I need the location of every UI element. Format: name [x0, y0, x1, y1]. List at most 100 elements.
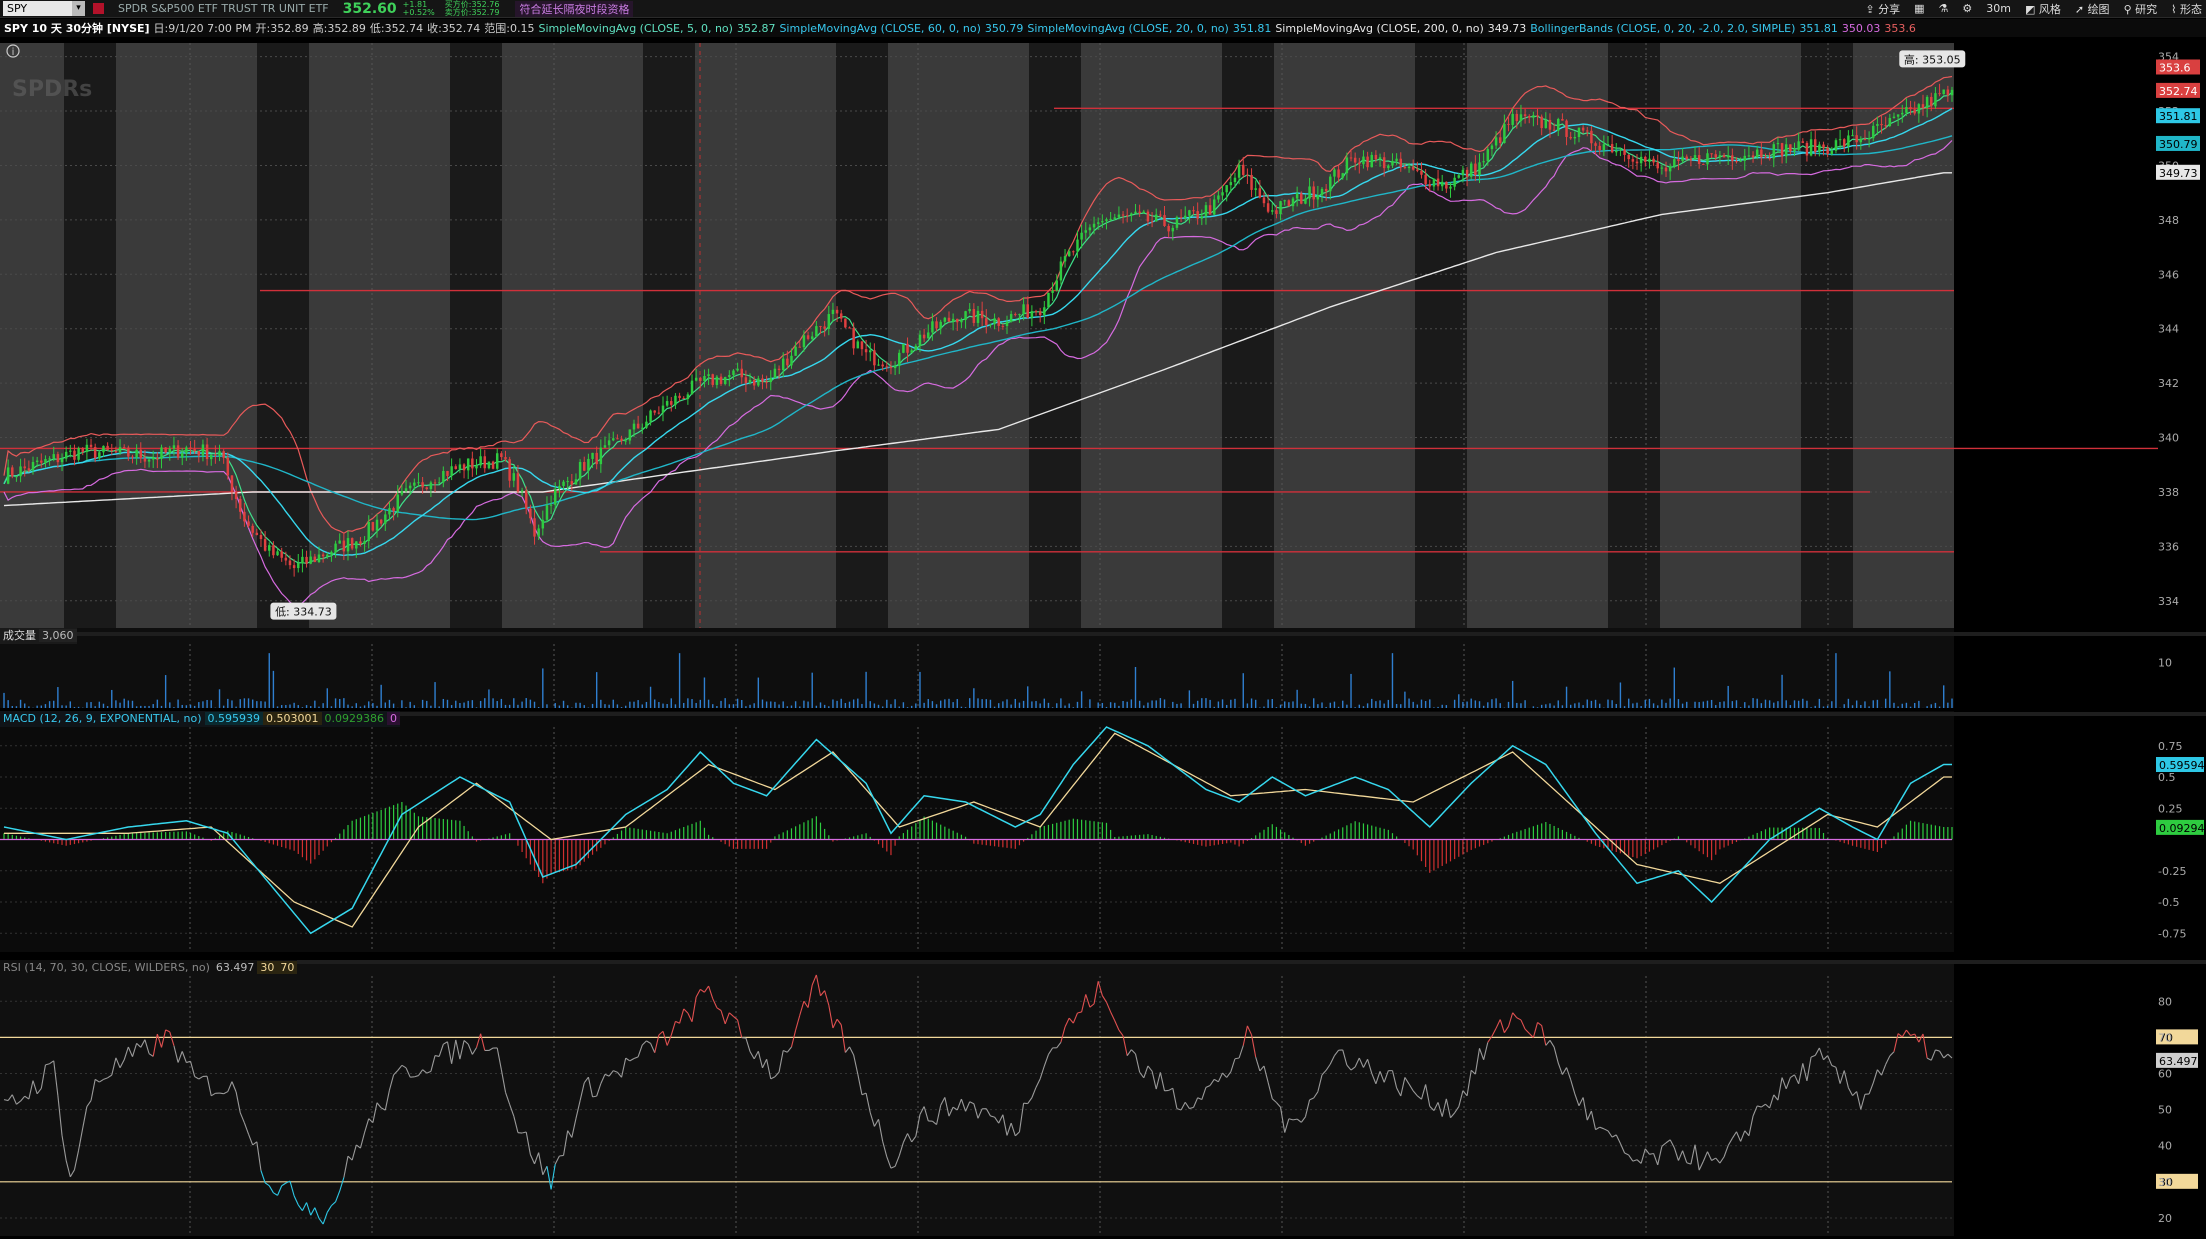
chevron-down-icon[interactable]: ▾: [72, 1, 85, 16]
macd-histogram-bar: [795, 826, 797, 840]
volume-bar: [1466, 701, 1468, 708]
candle-body: [512, 473, 516, 481]
calendar-icon[interactable]: ▦: [1914, 2, 1924, 15]
candle-body: [1668, 166, 1672, 172]
macd-histogram-bar: [1466, 839, 1468, 853]
volume-bar: [1640, 706, 1642, 708]
sma200-label[interactable]: SimpleMovingAvg (CLOSE, 200, 0, no): [1275, 22, 1483, 35]
candle-body: [404, 488, 408, 492]
share-button[interactable]: ⇪ 分享: [1865, 1, 1900, 17]
candle-body: [657, 412, 661, 414]
candle-body: [1615, 150, 1618, 153]
macd-histogram-bar: [737, 839, 739, 849]
volume-bar: [1022, 700, 1025, 708]
volume-bar: [778, 704, 780, 708]
style-button[interactable]: ◩ 风格: [2025, 1, 2061, 17]
volume-bar: [811, 672, 813, 708]
volume-bar: [782, 701, 784, 708]
volume-bar: [1511, 680, 1514, 708]
macd-histogram-bar: [1723, 839, 1725, 848]
sma60-label[interactable]: SimpleMovingAvg (CLOSE, 60, 0, no): [779, 22, 980, 35]
volume-bar: [517, 704, 519, 708]
rsi-tick-label: 50: [2158, 1104, 2172, 1117]
candle-body: [1391, 160, 1394, 166]
candle-body: [1420, 170, 1423, 175]
candle-body: [910, 350, 913, 353]
volume-bar: [1151, 700, 1153, 708]
drawing-button[interactable]: ➚ 绘图: [2075, 1, 2110, 17]
volume-bar: [998, 703, 1000, 708]
candle-body: [205, 444, 209, 460]
volume-bar: [608, 704, 610, 708]
candle-body: [993, 318, 996, 325]
chart-canvas[interactable]: 0.595940.09294 7063.49730 33433633834034…: [0, 38, 2206, 1239]
candle-body: [1101, 221, 1104, 223]
sma20-label[interactable]: SimpleMovingAvg (CLOSE, 20, 0, no): [1027, 22, 1228, 35]
rsi-tick-label: 70: [2158, 1031, 2172, 1044]
macd-histogram-bar: [645, 830, 648, 840]
volume-bar: [359, 706, 362, 708]
symbol-selector[interactable]: SPY ▾: [3, 1, 85, 16]
gear-icon[interactable]: ⚙: [1962, 2, 1972, 15]
sma5-label[interactable]: SimpleMovingAvg (CLOSE, 5, 0, no): [539, 22, 733, 35]
macd-histogram-bar: [1350, 823, 1352, 840]
macd-histogram-bar: [886, 839, 888, 852]
candle-body: [1432, 178, 1436, 187]
candle-body: [939, 321, 942, 329]
macd-histogram-bar: [1097, 821, 1099, 840]
patterns-button[interactable]: ⌇ 形态: [2171, 1, 2202, 17]
candle-body: [197, 451, 201, 456]
candle-body: [927, 332, 930, 339]
macd-histogram-bar: [1076, 819, 1079, 840]
volume-bar: [455, 700, 457, 708]
volume-bar: [612, 699, 614, 708]
macd-histogram-bar: [1818, 827, 1820, 840]
link-color-icon[interactable]: [93, 3, 104, 14]
candle-body: [1822, 144, 1825, 148]
macd-histogram-bar: [1822, 832, 1825, 840]
flask-icon[interactable]: ⚗: [1938, 2, 1948, 15]
macd-histogram-bar: [674, 830, 677, 840]
study-info-bar: SPY 10 天 30分钟 [NYSE] 日:9/1/20 7:00 PM 开:…: [0, 19, 2206, 37]
volume-bar: [409, 701, 411, 708]
macd-histogram-bar: [1934, 825, 1937, 840]
candle-body: [960, 320, 963, 323]
macd-histogram-bar: [724, 839, 726, 845]
candle-body: [1557, 119, 1560, 131]
candle-body: [413, 482, 416, 486]
candle-body: [1718, 155, 1722, 158]
candle-body: [765, 381, 768, 383]
volume-bar: [1951, 698, 1953, 708]
volume-bar: [1889, 671, 1891, 708]
candle-body: [313, 556, 317, 562]
bollinger-label[interactable]: BollingerBands (CLOSE, 0, 20, -2.0, 2.0,…: [1530, 22, 1795, 35]
studies-button[interactable]: ⚲ 研究: [2124, 1, 2158, 17]
candle-body: [1461, 169, 1465, 176]
macd-histogram-bar: [989, 839, 992, 846]
volume-bar: [1831, 701, 1833, 708]
timeframe-button[interactable]: 30m: [1986, 2, 2011, 15]
candle-body: [951, 318, 955, 322]
volume-bar: [1333, 701, 1336, 708]
extended-hours-badge: 符合延长隔夜时段资格: [515, 0, 634, 17]
candle-body: [1623, 149, 1626, 155]
volume-bar: [276, 706, 279, 708]
volume-bar: [264, 701, 266, 708]
macd-histogram-bar: [393, 805, 395, 840]
volume-bar: [438, 706, 440, 708]
macd-histogram-bar: [699, 820, 701, 840]
macd-histogram-bar: [550, 839, 552, 874]
volume-bar: [1644, 699, 1646, 708]
candle-body: [520, 490, 524, 492]
volume-bar: [1445, 705, 1448, 708]
candle-body: [77, 448, 80, 460]
macd-histogram-bar: [376, 811, 378, 840]
volume-bar: [239, 699, 241, 708]
macd-histogram-bar: [732, 839, 735, 849]
candle-body: [516, 473, 520, 492]
candle-body: [268, 545, 271, 551]
candle-body: [873, 350, 876, 366]
macd-histogram-bar: [1760, 831, 1762, 840]
volume-bar: [749, 704, 751, 708]
macd-tick-label: 0.25: [2158, 802, 2183, 815]
